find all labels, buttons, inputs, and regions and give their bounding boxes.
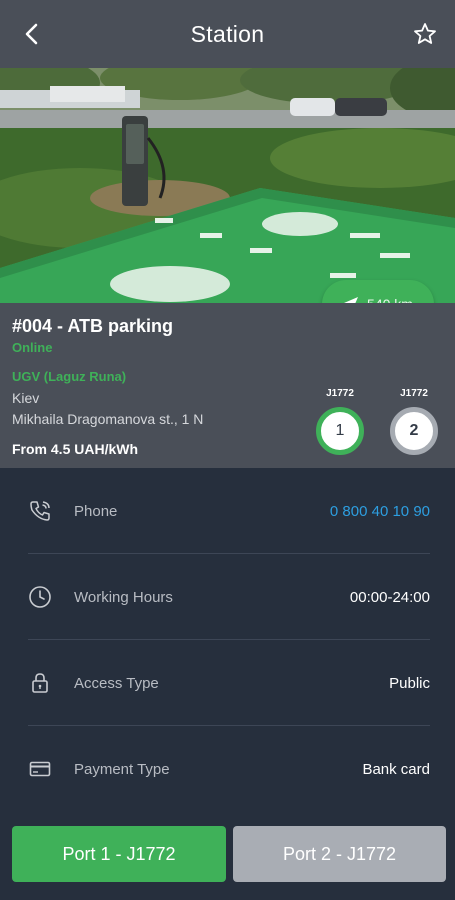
connector-type: J1772	[400, 388, 428, 399]
station-name: #004 - ATB parking	[12, 316, 174, 336]
station-street: Mikhaila Dragomanova st., 1 N	[12, 411, 204, 427]
connector-2[interactable]: J1772 2	[388, 388, 440, 455]
connector-1[interactable]: J1772 1	[314, 388, 366, 455]
port-selector: Port 1 - J1772 Port 2 - J1772	[0, 820, 455, 900]
station-info: #004 - ATB parking Online UGV (Laguz Run…	[0, 303, 455, 468]
back-button[interactable]	[18, 20, 46, 48]
detail-label: Working Hours	[74, 588, 173, 606]
star-outline-icon	[414, 23, 436, 44]
detail-label: Access Type	[74, 674, 159, 692]
station-city: Kiev	[12, 390, 40, 406]
station-operator[interactable]: UGV (Laguz Runa)	[12, 369, 126, 384]
port-2-button[interactable]: Port 2 - J1772	[233, 826, 446, 882]
detail-row-access: Access Type Public	[28, 640, 430, 726]
detail-row-payment: Payment Type Bank card	[28, 726, 430, 812]
connector-number: 1	[316, 407, 364, 455]
phone-icon	[28, 499, 52, 523]
favorite-button[interactable]	[411, 20, 439, 48]
connector-type: J1772	[326, 388, 354, 399]
port-1-button[interactable]: Port 1 - J1772	[12, 826, 226, 882]
detail-row-phone[interactable]: Phone 0 800 40 10 90	[28, 468, 430, 554]
detail-label: Payment Type	[74, 760, 170, 778]
card-icon	[28, 757, 52, 781]
page-title: Station	[190, 20, 265, 47]
chevron-left-icon	[25, 23, 38, 45]
phone-link[interactable]: 0 800 40 10 90	[330, 503, 430, 520]
station-price: From 4.5 UAH/kWh	[12, 441, 139, 457]
lock-icon	[28, 671, 52, 695]
station-photo	[0, 68, 455, 303]
detail-label: Phone	[74, 502, 118, 520]
station-status: Online	[12, 340, 53, 355]
detail-value: Bank card	[362, 760, 430, 778]
clock-icon	[28, 585, 52, 609]
detail-value: Public	[389, 674, 430, 692]
detail-value: 00:00-24:00	[349, 588, 430, 606]
app-header: Station	[0, 0, 455, 68]
connector-number: 2	[390, 407, 438, 455]
detail-row-hours: Working Hours 00:00-24:00	[28, 554, 430, 640]
